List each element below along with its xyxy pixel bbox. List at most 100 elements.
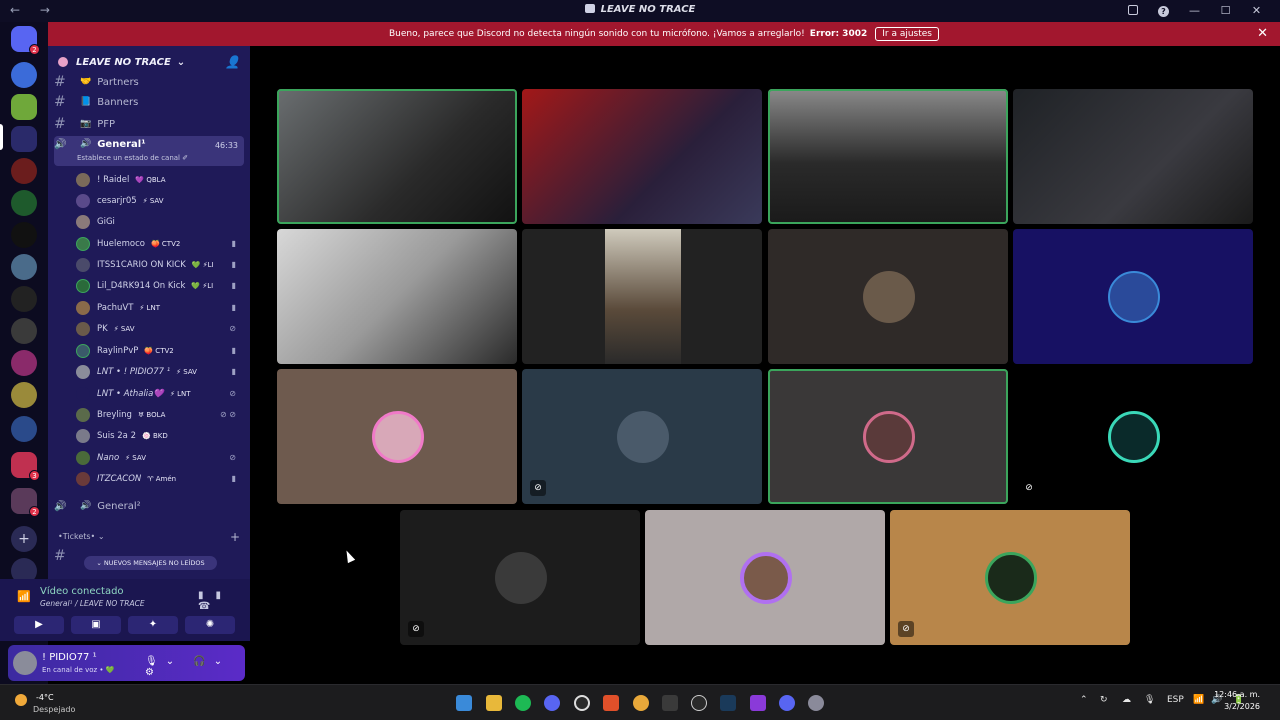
clock[interactable]: 12:46 a. m. 3/2/2026 bbox=[1214, 689, 1260, 713]
voice-user[interactable]: ! Raidel 💜 QBLA bbox=[76, 170, 244, 190]
start-icon[interactable] bbox=[456, 695, 472, 711]
voice-user[interactable]: Lil_D4RK914 On Kick 💚 ⚡LI ▮ bbox=[76, 276, 244, 296]
voice-user[interactable]: ITZCACON ♈ Amén ▮ bbox=[76, 469, 244, 489]
mic-muted-icon: ⊘ bbox=[229, 453, 236, 462]
server-icon[interactable]: 3 bbox=[11, 452, 40, 481]
server-icon[interactable] bbox=[11, 382, 37, 408]
banner-close-icon[interactable]: ✕ bbox=[1257, 26, 1268, 41]
voice-user[interactable]: cesarjr05 ⚡ SAV bbox=[76, 191, 244, 211]
voice-channel-link[interactable]: General¹ / LEAVE NO TRACE bbox=[40, 599, 145, 608]
signal-icon[interactable]: 📶 bbox=[17, 590, 31, 603]
avatar-tile[interactable]: ⊘ bbox=[890, 510, 1130, 645]
maximize-button[interactable]: ☐ bbox=[1210, 3, 1241, 19]
app-icon[interactable] bbox=[662, 695, 678, 711]
tray-icon[interactable]: ☁ bbox=[1122, 695, 1131, 705]
voice-user[interactable]: ITSS1CARIO ON KICK 💚 ⚡LI ▮ bbox=[76, 255, 244, 275]
channel-general-2[interactable]: 🔊 🔊 General² bbox=[54, 496, 244, 516]
inbox-icon[interactable] bbox=[1117, 3, 1148, 19]
avatar-tile[interactable]: ⊘ bbox=[400, 510, 640, 645]
server-icon[interactable] bbox=[11, 318, 37, 344]
brave-icon[interactable] bbox=[603, 695, 619, 711]
channel-banners[interactable]: # 📘 Banners bbox=[54, 92, 244, 112]
voice-user[interactable]: RaylinPvP 🍑 CTV2 ▮ bbox=[76, 341, 244, 361]
soundboard-button[interactable]: ✺ bbox=[185, 616, 235, 634]
voice-user[interactable]: Breyling ♅ BOLA ⊘ ⊘ bbox=[76, 405, 244, 425]
user-controls[interactable]: 🎙⌄ 🎧⌄ ⚙ bbox=[145, 656, 245, 678]
discord-home-icon[interactable]: 2 bbox=[11, 26, 40, 55]
avatar-tile[interactable]: ⊘ bbox=[522, 369, 762, 504]
video-tile[interactable] bbox=[522, 89, 762, 224]
voice-user[interactable]: Suis 2a 2 🍥 BKD bbox=[76, 426, 244, 446]
minimize-button[interactable]: — bbox=[1179, 3, 1210, 19]
invite-icon[interactable]: 👤 bbox=[225, 55, 240, 69]
video-tile[interactable] bbox=[1013, 89, 1253, 224]
server-icon[interactable] bbox=[11, 416, 37, 442]
video-tile[interactable] bbox=[768, 89, 1008, 224]
video-tile[interactable] bbox=[522, 229, 762, 364]
avatar-tile[interactable] bbox=[645, 510, 885, 645]
steam-icon[interactable] bbox=[720, 695, 736, 711]
avatar-tile[interactable]: ⊘ bbox=[1013, 369, 1253, 504]
unread-messages-pill[interactable]: ⌄ NUEVOS MENSAJES NO LEÍDOS bbox=[84, 556, 217, 570]
camera-button[interactable]: ▶ bbox=[14, 616, 64, 634]
video-tile[interactable] bbox=[277, 229, 517, 364]
mic-icon[interactable]: 🎙 bbox=[1144, 695, 1155, 705]
voice-user[interactable]: Nano ⚡ SAV ⊘ bbox=[76, 448, 244, 468]
add-server-icon[interactable]: + bbox=[11, 526, 37, 552]
avatar-tile[interactable] bbox=[768, 229, 1008, 364]
voice-user[interactable]: LNT • Athalia💜 ⚡ LNT ⊘ bbox=[76, 384, 244, 404]
settings-button[interactable]: Ir a ajustes bbox=[875, 27, 939, 41]
language-indicator[interactable]: ESP bbox=[1167, 695, 1184, 705]
app-icon[interactable] bbox=[750, 695, 766, 711]
voice-actions[interactable]: ▮▮ ☎ bbox=[198, 590, 250, 612]
avatar bbox=[76, 387, 90, 401]
app-icon[interactable] bbox=[633, 695, 649, 711]
app-icon[interactable] bbox=[691, 695, 707, 711]
activities-button[interactable]: ✦ bbox=[128, 616, 178, 634]
server-icon[interactable] bbox=[11, 350, 37, 376]
video-tile[interactable] bbox=[277, 89, 517, 224]
voice-user[interactable]: Huelemoco 🍑 CTV2 ▮ bbox=[76, 234, 244, 254]
server-icon[interactable] bbox=[11, 62, 37, 88]
create-channel-icon[interactable]: + bbox=[230, 530, 240, 544]
voice-user[interactable]: GiGi bbox=[76, 212, 244, 232]
voice-status[interactable]: Vídeo conectado bbox=[40, 586, 124, 597]
file-explorer-icon[interactable] bbox=[486, 695, 502, 711]
avatar-tile[interactable] bbox=[768, 369, 1008, 504]
channel-pfp[interactable]: # 📷 PFP bbox=[54, 114, 244, 134]
channel-general-active[interactable]: 🔊 🔊 General¹ 46:33 Establece un estado d… bbox=[54, 136, 244, 166]
tray-icon[interactable]: ↻ bbox=[1100, 695, 1108, 705]
avatar-tile[interactable] bbox=[277, 369, 517, 504]
server-icon[interactable]: 2 bbox=[11, 488, 40, 517]
voice-user[interactable]: PK ⚡ SAV ⊘ bbox=[76, 319, 244, 339]
avatar bbox=[76, 408, 90, 422]
voice-user[interactable]: PachuVT ⚡ LNT ▮ bbox=[76, 298, 244, 318]
server-icon[interactable] bbox=[11, 254, 37, 280]
discord-icon[interactable] bbox=[544, 695, 560, 711]
category-tickets[interactable]: •Tickets• ⌄ + bbox=[58, 530, 240, 544]
voice-user[interactable]: LNT • ! PIDIO77 ¹ ⚡ SAV ▮ bbox=[76, 362, 244, 382]
avatar bbox=[372, 411, 424, 463]
avatar[interactable] bbox=[13, 651, 37, 675]
screen-share-button[interactable]: ▣ bbox=[71, 616, 121, 634]
server-icon[interactable] bbox=[11, 190, 37, 216]
server-icon[interactable] bbox=[11, 222, 37, 248]
tray-chevron-icon[interactable]: ⌃ bbox=[1080, 695, 1088, 705]
discord-icon[interactable] bbox=[779, 695, 795, 711]
unread-label: NUEVOS MENSAJES NO LEÍDOS bbox=[103, 559, 205, 567]
voice-user-name: ! Raidel bbox=[97, 175, 130, 185]
channel-status[interactable]: Establece un estado de canal ✐ bbox=[77, 154, 188, 162]
avatar-tile[interactable] bbox=[1013, 229, 1253, 364]
settings-icon[interactable] bbox=[808, 695, 824, 711]
server-icon[interactable] bbox=[11, 286, 37, 312]
user-name[interactable]: ! PIDIO77 ¹ bbox=[42, 652, 97, 663]
app-icon[interactable] bbox=[574, 695, 590, 711]
server-icon[interactable] bbox=[11, 94, 37, 120]
help-icon[interactable]: ? bbox=[1148, 3, 1179, 19]
channel-partners[interactable]: # 🤝 Partners bbox=[54, 72, 244, 92]
server-icon[interactable] bbox=[11, 158, 37, 184]
wifi-icon[interactable]: 📶 bbox=[1193, 695, 1204, 705]
server-icon[interactable] bbox=[11, 126, 37, 152]
close-window-button[interactable]: ✕ bbox=[1241, 3, 1272, 19]
spotify-icon[interactable] bbox=[515, 695, 531, 711]
